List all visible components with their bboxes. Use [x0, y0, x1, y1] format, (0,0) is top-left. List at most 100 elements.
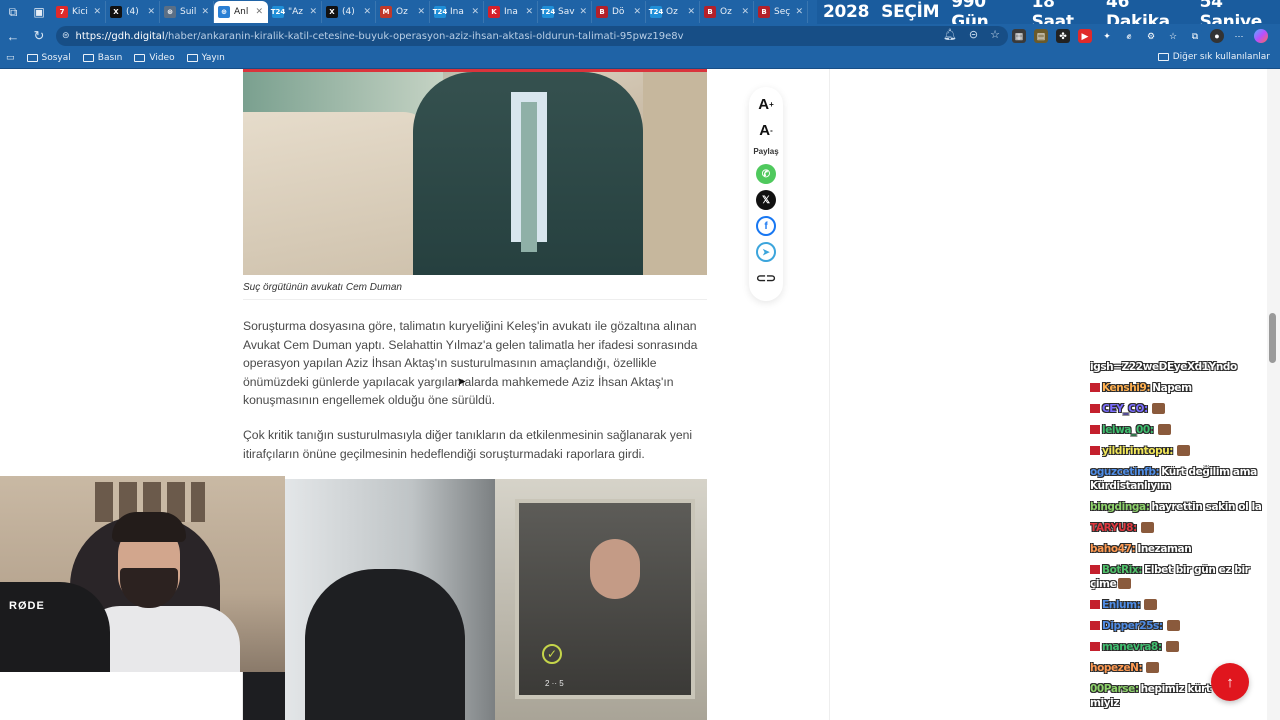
- tab-close-icon[interactable]: ✕: [471, 7, 479, 17]
- back-icon[interactable]: ←: [0, 24, 26, 48]
- tab-close-icon[interactable]: ✕: [147, 7, 155, 17]
- extension-puzzle-icon[interactable]: ✤: [1056, 29, 1070, 43]
- workspaces-icon[interactable]: ⧉: [0, 0, 26, 24]
- bookmarks-menu-icon[interactable]: ▭: [6, 53, 15, 63]
- browser-tab[interactable]: B Öz ✕: [700, 1, 754, 23]
- browser-tab[interactable]: ⊛ Suil ✕: [160, 1, 214, 23]
- chat-username: Enlum:: [1102, 599, 1141, 611]
- page-blank-area: [0, 672, 243, 720]
- browser-tab[interactable]: M Öz ✕: [376, 1, 430, 23]
- link-icon[interactable]: ⊂⊃: [756, 268, 776, 288]
- tab-favicon-icon: T24: [270, 6, 286, 18]
- reader-icon[interactable]: ⊝: [969, 28, 978, 41]
- tab-close-icon[interactable]: ✕: [93, 7, 101, 17]
- page-scrollbar[interactable]: [1267, 69, 1280, 720]
- reload-icon[interactable]: ↻: [26, 24, 52, 48]
- chat-username: lelwa_00:: [1102, 424, 1154, 436]
- whatsapp-icon[interactable]: ✆: [756, 164, 776, 184]
- browser-toolbar: ← ↻ ⊜ https://gdh.digital/haber/ankarani…: [0, 24, 1280, 48]
- copilot-icon[interactable]: [1254, 29, 1268, 43]
- extension-fist-icon[interactable]: ✊︎: [1122, 29, 1136, 43]
- tab-actions-icon[interactable]: ▣: [26, 0, 52, 24]
- chat-username: baho47:: [1090, 543, 1136, 555]
- font-decrease-button[interactable]: A-: [759, 117, 773, 143]
- tab-close-icon[interactable]: ✕: [363, 7, 371, 17]
- browser-tab[interactable]: T24 Sav ✕: [538, 1, 592, 23]
- more-menu-icon[interactable]: ⋯: [1232, 29, 1246, 43]
- address-bar[interactable]: ⊜ https://gdh.digital/haber/ankaranin-ki…: [56, 26, 1008, 46]
- tab-close-icon[interactable]: ✕: [201, 7, 209, 17]
- chat-emote-icon: [1165, 641, 1179, 652]
- caption-divider: [243, 299, 707, 300]
- browser-tab[interactable]: 7 Kici ✕: [52, 1, 106, 23]
- tab-close-icon[interactable]: ✕: [525, 7, 533, 17]
- article-paragraph: Soruşturma dosyasına göre, talimatın kur…: [243, 319, 698, 407]
- scroll-to-top-button[interactable]: ↑: [1211, 663, 1249, 701]
- bookmark-label: Diğer sık kullanılanlar: [1172, 52, 1270, 62]
- bookmark-folder-sosyal[interactable]: Sosyal: [26, 53, 71, 63]
- tab-label: "Az: [288, 7, 304, 17]
- bookmark-folder-video[interactable]: Video: [134, 53, 175, 63]
- bookmark-folder-yayin[interactable]: Yayın: [186, 53, 225, 63]
- other-favorites-folder[interactable]: Diğer sık kullanılanlar: [1157, 52, 1270, 62]
- chat-badge-icon: [1090, 425, 1100, 434]
- webcam-overlay: RØDE: [0, 476, 285, 672]
- split-screen-icon[interactable]: ⧉: [1188, 29, 1202, 43]
- facebook-icon[interactable]: f: [756, 216, 776, 236]
- browser-tab[interactable]: K İna ✕: [484, 1, 538, 23]
- telegram-icon[interactable]: ➤: [756, 242, 776, 262]
- browser-tab[interactable]: T24 "Az ✕: [268, 1, 322, 23]
- tab-close-icon[interactable]: ✕: [795, 7, 803, 17]
- chat-username: BotRix:: [1102, 564, 1143, 576]
- tab-close-icon[interactable]: ✕: [741, 7, 749, 17]
- favorite-star-icon[interactable]: ☆: [990, 28, 1000, 41]
- tab-close-icon[interactable]: ✕: [255, 7, 263, 17]
- browser-tab[interactable]: ⊕ Anl ✕: [214, 1, 268, 23]
- extension-youtube-icon[interactable]: ▶: [1078, 29, 1092, 43]
- extension-folder-icon[interactable]: ▤: [1034, 29, 1048, 43]
- extension-grid-icon[interactable]: ▦: [1012, 29, 1026, 43]
- browser-tab[interactable]: B Seç ✕: [754, 1, 808, 23]
- favorites-icon[interactable]: ☆: [1166, 29, 1180, 43]
- font-increase-label: A: [758, 95, 770, 113]
- tab-close-icon[interactable]: ✕: [579, 7, 587, 17]
- extensions-icon[interactable]: ⚙: [1144, 29, 1158, 43]
- font-increase-button[interactable]: A +: [758, 91, 774, 117]
- chat-message: baho47: Inezaman: [1090, 542, 1265, 556]
- browser-tab[interactable]: T24 İna ✕: [430, 1, 484, 23]
- tab-close-icon[interactable]: ✕: [633, 7, 641, 17]
- bookmark-label: Yayın: [201, 53, 225, 63]
- extension-blue-icon[interactable]: ✦: [1100, 29, 1114, 43]
- browser-tab[interactable]: T24 Öz ✕: [646, 1, 700, 23]
- bookmark-folder-basin[interactable]: Basın: [82, 53, 122, 63]
- scrollbar-thumb[interactable]: [1269, 313, 1276, 363]
- url-host: https://gdh.digital: [75, 30, 165, 42]
- notification-icon[interactable]: 🔔︎: [943, 28, 957, 41]
- browser-tab[interactable]: X (4) ✕: [106, 1, 160, 23]
- x-icon[interactable]: 𝕏: [756, 190, 776, 210]
- chat-text: igsh=Z22weDEyeXd1Yndo: [1090, 361, 1237, 373]
- bookmark-label: Video: [149, 53, 175, 63]
- tab-label: (4): [126, 7, 139, 17]
- tab-label: Kici: [72, 7, 88, 17]
- chat-badge-icon: [1090, 642, 1100, 651]
- tab-close-icon[interactable]: ✕: [309, 7, 317, 17]
- profile-avatar[interactable]: ●: [1210, 29, 1224, 43]
- chat-message: manevra8:: [1090, 640, 1265, 654]
- browser-tab[interactable]: B Dö ✕: [592, 1, 646, 23]
- chat-emote-icon: [1146, 662, 1160, 673]
- browser-tab[interactable]: X (4) ✕: [322, 1, 376, 23]
- chat-username: bingdinga:: [1090, 501, 1150, 513]
- tab-close-icon[interactable]: ✕: [417, 7, 425, 17]
- tab-label: Sav: [558, 7, 575, 17]
- folder-icon: [186, 54, 198, 62]
- site-info-icon[interactable]: ⊜: [62, 31, 70, 41]
- chat-message: CEY_CO:: [1090, 402, 1265, 416]
- tab-favicon-icon: X: [110, 6, 122, 18]
- tab-close-icon[interactable]: ✕: [687, 7, 695, 17]
- tab-label: (4): [342, 7, 355, 17]
- bus-plate: 2 ·· 5: [545, 679, 564, 688]
- tab-label: Dö: [612, 7, 625, 17]
- chat-emote-icon: [1157, 424, 1171, 435]
- font-decrease-sign: -: [770, 125, 773, 135]
